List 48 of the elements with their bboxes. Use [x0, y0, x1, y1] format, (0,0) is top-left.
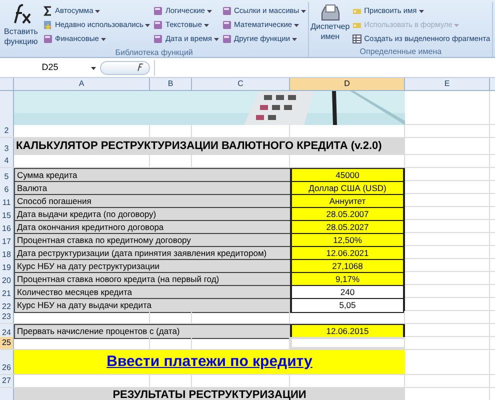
row-header[interactable]: 25: [0, 337, 14, 349]
caret-icon: [214, 38, 219, 40]
group-label: Библиотека функций: [114, 47, 194, 58]
caret-icon: [145, 24, 150, 26]
book-icon: [222, 20, 232, 30]
book-icon: [43, 34, 53, 44]
book-icon: [222, 34, 232, 44]
book-icon: [222, 6, 232, 16]
book-icon: [153, 6, 164, 16]
dropdown-caret-icon[interactable]: [91, 66, 96, 70]
book-star-icon: [43, 20, 53, 30]
caret-icon: [206, 10, 212, 12]
caret-icon: [95, 10, 100, 12]
fx-icon: [135, 63, 145, 72]
caret-icon: [294, 24, 300, 26]
column-header[interactable]: B: [150, 78, 192, 90]
name-box[interactable]: D25: [42, 60, 58, 74]
book-icon: [153, 34, 164, 44]
table-cell: 5,05: [290, 298, 405, 313]
row-header[interactable]: 27: [0, 375, 14, 387]
sheet-title: КАЛЬКУЛЯТОР РЕСТРУКТУРИЗАЦИИ ВАЛЮТНОГО КРЕДИТА (v.2.0): [14, 138, 405, 154]
row-header[interactable]: 2: [0, 125, 14, 137]
field-label: Прервать начисление процентов с (дата): [14, 324, 290, 339]
caret-icon: [301, 10, 306, 12]
row-header[interactable]: 3: [0, 138, 14, 154]
column-header[interactable]: A: [14, 78, 150, 90]
book-icon: [153, 20, 164, 30]
group-label: Определенные имена: [358, 46, 443, 57]
field-label: Курс НБУ на дату выдачи кредита: [14, 298, 290, 313]
caret-icon: [418, 10, 424, 12]
sigma-icon: [43, 6, 53, 16]
row-header[interactable]: 4: [0, 155, 14, 167]
column-header[interactable]: D: [290, 78, 405, 90]
active-cell[interactable]: [290, 337, 405, 349]
caret-icon: [454, 24, 460, 26]
caret-icon: [292, 38, 298, 40]
table-icon: [352, 34, 362, 44]
caret-icon: [204, 24, 209, 26]
row-header[interactable]: 26: [0, 350, 14, 374]
tag-icon: [352, 20, 362, 30]
row-header[interactable]: 23: [0, 311, 14, 323]
tag-icon: [352, 6, 362, 16]
card-file-icon: [320, 4, 340, 22]
caret-icon: [100, 38, 106, 40]
insert-function-button[interactable]: Вставить функцию: [1, 2, 41, 47]
section-heading: РЕЗУЛЬТАТЫ РЕСТРУКТУРИЗАЦИИ: [112, 388, 306, 400]
name-manager-button[interactable]: Диспетчер имен: [310, 2, 350, 46]
column-header[interactable]: E: [405, 78, 490, 90]
